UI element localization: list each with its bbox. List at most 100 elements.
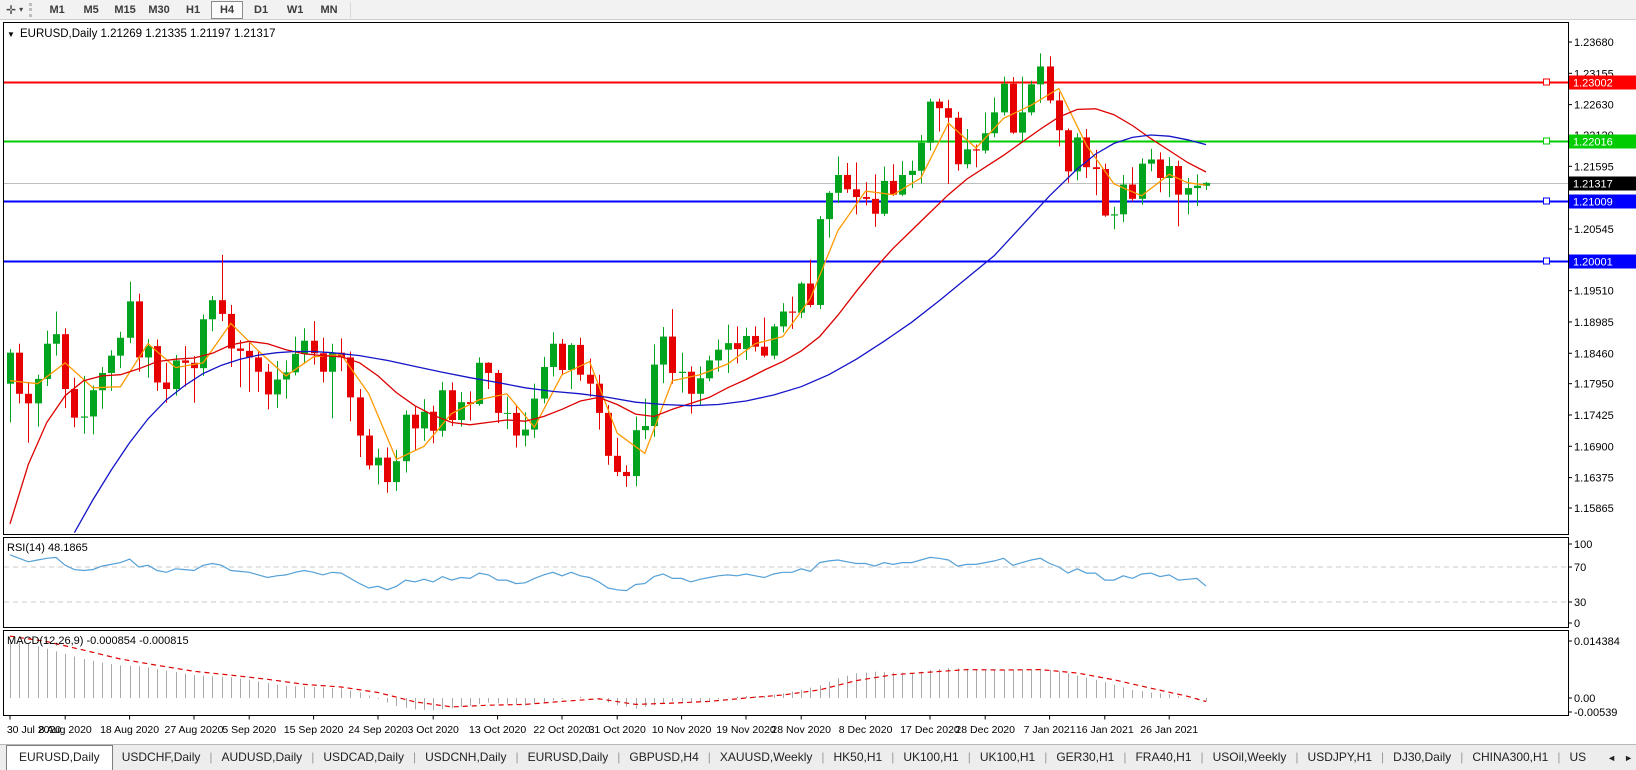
chart-tab-bar: EURUSD,Daily USDCHF,Daily | AUDUSD,Daily | US… [0, 744, 1636, 770]
macd-tick-label: 0.014384 [1574, 636, 1620, 648]
timeframe-button-m1[interactable]: M1 [41, 1, 73, 19]
tab-scroll-arrows: ◄ ► [1602, 753, 1633, 763]
chart-tab-china300-h1[interactable]: CHINA300,H1 [1463, 746, 1557, 770]
rsi-tick-label: 30 [1574, 597, 1586, 609]
rsi-pane[interactable] [3, 537, 1569, 628]
chart-tab-fra40-h1[interactable]: FRA40,H1 [1126, 746, 1200, 770]
chart-tabs: EURUSD,Daily USDCHF,Daily | AUDUSD,Daily | US… [0, 745, 1586, 770]
price-tick-label: 1.17425 [1574, 410, 1614, 422]
level-drag-handle[interactable] [1543, 137, 1550, 145]
price-axis[interactable]: 1.236801.231551.226301.221201.215951.205… [1568, 37, 1614, 515]
candle-body [495, 372, 502, 413]
candle-body [384, 457, 391, 483]
candle-body [393, 461, 400, 483]
chart-tab-usoil-weekly[interactable]: USOil,Weekly [1204, 746, 1296, 770]
candle-body [835, 174, 842, 193]
candle-body [568, 344, 575, 370]
candle-body [826, 192, 833, 220]
candle-body [955, 117, 962, 165]
candle-body [1010, 83, 1017, 133]
chart-tab-uk100-h1[interactable]: UK100,H1 [971, 746, 1044, 770]
candle-body [623, 471, 630, 477]
chart-tab-usdjpy-h1[interactable]: USDJPY,H1 [1299, 746, 1381, 770]
candle-body [872, 198, 879, 214]
level-drag-handle[interactable] [1543, 197, 1550, 205]
level-drag-handle[interactable] [1543, 78, 1550, 86]
chart-tab-ger30-h1[interactable]: GER30,H1 [1047, 746, 1123, 770]
candle-body [715, 349, 722, 361]
rsi-label: RSI(14) 48.1865 [7, 542, 88, 554]
date-tick-label: 15 Sep 2020 [284, 724, 344, 736]
date-tick-label: 28 Nov 2020 [771, 724, 831, 736]
tab-scroll-right-icon[interactable]: ► [1624, 753, 1633, 763]
candle-body [458, 402, 465, 421]
candle-body [550, 343, 557, 367]
price-tick-label: 1.20545 [1574, 224, 1614, 236]
chart-tab-hk50-h1[interactable]: HK50,H1 [824, 746, 891, 770]
candle-body [375, 457, 382, 466]
level-drag-handle[interactable] [1543, 257, 1550, 265]
timeframe-button-mn[interactable]: MN [313, 1, 345, 19]
candle-body [541, 366, 548, 399]
price-badge-label: 1.21009 [1573, 197, 1613, 209]
candle-body [973, 149, 980, 151]
candle-body [53, 334, 60, 344]
chart-tab-usdchf-daily[interactable]: USDCHF,Daily [113, 746, 210, 770]
candle-body [679, 371, 686, 373]
crosshair-tool-button[interactable]: ✛ ▾ [3, 1, 26, 19]
timeframe-button-h1[interactable]: H1 [177, 1, 209, 19]
collapse-arrow-icon[interactable]: ▼ [7, 30, 15, 39]
main-price-pane[interactable] [3, 22, 1569, 535]
candle-body [1065, 130, 1072, 172]
candle-body [71, 389, 78, 418]
candle-body [421, 411, 428, 429]
chart-title-ohlc: EURUSD,Daily 1.21269 1.21335 1.21197 1.2… [20, 28, 276, 40]
chart-tab-eurusd-daily[interactable]: EURUSD,Daily [519, 746, 618, 770]
timeframe-button-m15[interactable]: M15 [109, 1, 141, 19]
date-tick-label: 27 Aug 2020 [165, 724, 224, 736]
date-tick-label: 24 Sep 2020 [348, 724, 408, 736]
candle-body [485, 362, 492, 373]
date-tick-label: 13 Oct 2020 [469, 724, 526, 736]
candle-body [522, 429, 529, 436]
candle-body [209, 300, 216, 320]
price-tick-label: 1.16375 [1574, 473, 1614, 485]
chart-canvas[interactable]: 10070300 0.0143840.00-0.00539 1.236801.2… [0, 20, 1636, 744]
date-tick-label: 22 Oct 2020 [533, 724, 590, 736]
chart-tab-usdcnh-daily[interactable]: USDCNH,Daily [416, 746, 515, 770]
timeframe-button-h4[interactable]: H4 [211, 0, 244, 19]
candle-body [90, 390, 97, 417]
macd-pane[interactable] [3, 630, 1569, 716]
chart-tab-usdcad-daily[interactable]: USDCAD,Daily [314, 746, 413, 770]
timeframe-button-d1[interactable]: D1 [245, 1, 277, 19]
candle-body [1157, 159, 1164, 178]
chart-tab-us[interactable]: US [1560, 746, 1586, 770]
timeframe-button-m30[interactable]: M30 [143, 1, 175, 19]
price-tick-label: 1.16900 [1574, 441, 1614, 453]
chart-tab-audusd-daily[interactable]: AUDUSD,Daily [213, 746, 312, 770]
date-axis[interactable]: 30 Jul 20208 Aug 2020 18 Aug 2020 27 Aug 2… [7, 715, 1198, 737]
candle-body [945, 108, 952, 118]
timeframe-button-w1[interactable]: W1 [279, 1, 311, 19]
chart-tab-gbpusd-h4[interactable]: GBPUSD,H4 [620, 746, 707, 770]
price-badge-label: 1.21317 [1573, 179, 1613, 191]
toolbar-separator [350, 1, 352, 18]
candle-body [697, 378, 704, 394]
candle-body [108, 355, 115, 373]
dropdown-arrow-icon: ▾ [19, 5, 24, 14]
candle-body [127, 301, 134, 338]
chart-tab-xauusd-weekly[interactable]: XAUUSD,Weekly [711, 746, 821, 770]
candle-body [117, 337, 124, 356]
price-tick-label: 1.17950 [1574, 379, 1614, 391]
candle-body [1093, 167, 1100, 170]
chart-tab-eurusd-daily[interactable]: EURUSD,Daily [6, 745, 113, 770]
tab-scroll-left-icon[interactable]: ◄ [1607, 753, 1616, 763]
timeframe-button-m5[interactable]: M5 [75, 1, 107, 19]
candle-body [412, 414, 419, 429]
candle-body [476, 362, 483, 404]
chart-tab-dj30-daily[interactable]: DJ30,Daily [1384, 746, 1460, 770]
candle-body [7, 352, 14, 384]
date-tick-label: 16 Jan 2021 [1076, 724, 1134, 736]
date-tick-label: 10 Nov 2020 [652, 724, 712, 736]
chart-tab-uk100-h1[interactable]: UK100,H1 [894, 746, 967, 770]
